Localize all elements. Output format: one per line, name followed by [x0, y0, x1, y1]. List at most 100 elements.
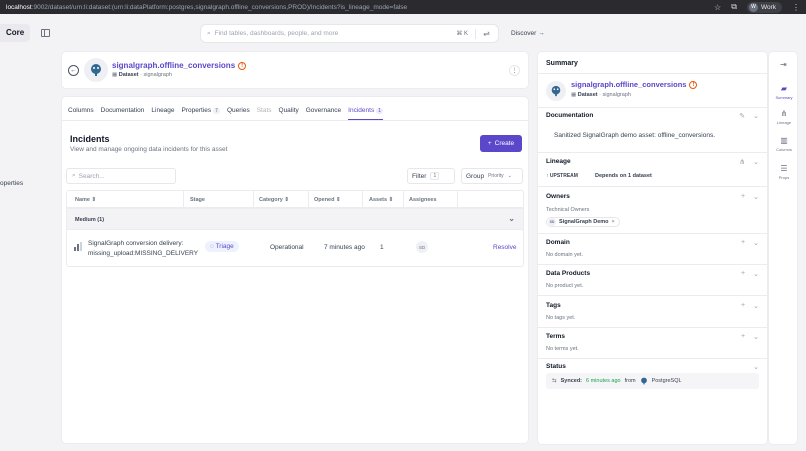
column-header-opened[interactable]: Opened ⇕	[314, 197, 341, 203]
close-icon[interactable]: ×	[612, 219, 615, 225]
tab-queries[interactable]: Queries	[227, 107, 250, 114]
browser-address-bar[interactable]: localhost:9002/dataset/urn:li:dataset:(u…	[0, 0, 806, 14]
owners-subtitle: Technical Owners	[546, 207, 590, 213]
filter-button[interactable]: Filter 1	[407, 168, 455, 184]
browser-menu-icon[interactable]: ⋮	[792, 3, 800, 12]
domain-section-title: Domain	[546, 239, 570, 246]
tab-lineage[interactable]: Lineage	[151, 107, 174, 114]
add-icon[interactable]: +	[741, 193, 745, 201]
incident-search-input[interactable]: ⌕ Search...	[66, 168, 176, 184]
column-header-category[interactable]: Category ⇕	[259, 197, 289, 203]
tab-properties-badge: 7	[213, 108, 220, 114]
chevron-down-icon[interactable]: ⌄	[753, 363, 759, 371]
incidents-title: Incidents	[70, 134, 110, 144]
tabs-divider	[62, 120, 528, 121]
lineage-upstream[interactable]: ↑ UPSTREAM	[546, 173, 578, 179]
terms-empty: No terms yet.	[546, 346, 579, 352]
sync-source: PostgreSQL	[651, 378, 682, 384]
tab-columns[interactable]: Columns	[68, 107, 94, 114]
chevron-down-icon[interactable]: ⌄	[753, 333, 759, 341]
create-incident-button[interactable]: + Create	[480, 135, 522, 152]
data-products-empty: No product yet.	[546, 283, 584, 289]
entity-tabs: Columns Documentation Lineage Properties…	[68, 107, 383, 120]
stage-badge[interactable]: ◌ Triage	[205, 241, 239, 252]
domain-empty: No domain yet.	[546, 252, 583, 258]
chevron-down-icon[interactable]: ⌄	[753, 302, 759, 310]
profile-label: Work	[760, 3, 776, 11]
group-by-select[interactable]: Group Priority ⌄	[461, 168, 523, 184]
incident-assets[interactable]: 1	[380, 244, 384, 251]
column-header-name[interactable]: Name ⇕	[75, 197, 96, 203]
lineage-icon: ⋔	[780, 109, 788, 118]
tab-stats[interactable]: Stats	[257, 107, 272, 114]
star-icon[interactable]: ☆	[714, 3, 721, 12]
back-arrow-icon[interactable]: ←	[68, 65, 79, 76]
sync-time: 6 minutes ago	[586, 378, 621, 384]
owners-section-title: Owners	[546, 193, 570, 200]
entity-title[interactable]: signalgraph.offline_conversions!	[112, 61, 247, 70]
column-header-assignees[interactable]: Assignees	[409, 197, 437, 203]
chevron-down-icon[interactable]: ⌄	[753, 112, 759, 120]
tab-incidents[interactable]: Incidents 1	[348, 107, 383, 120]
rail-item-summary[interactable]: ▰ Summary	[769, 84, 799, 100]
tab-properties[interactable]: Properties 7	[182, 107, 220, 114]
left-nav-partial-item[interactable]: operties	[0, 180, 23, 187]
tab-quality[interactable]: Quality	[279, 107, 299, 114]
brand-logo[interactable]: Core	[6, 28, 24, 37]
add-icon[interactable]: +	[741, 239, 745, 247]
warning-icon[interactable]: !	[238, 62, 247, 70]
filter-count-badge: 1	[430, 172, 440, 180]
search-filter-icon[interactable]: ⇌	[483, 29, 490, 38]
rail-item-lineage[interactable]: ⋔ Lineage	[769, 109, 799, 125]
column-header-assets[interactable]: Assets ⇕	[369, 197, 393, 203]
tab-incidents-badge: 1	[376, 108, 383, 114]
chevron-down-icon[interactable]: ⌄	[508, 214, 515, 223]
sidebar-toggle-icon[interactable]	[41, 29, 50, 37]
add-icon[interactable]: +	[741, 302, 745, 310]
assignee-avatar[interactable]: SD	[416, 241, 428, 253]
postgres-logo-icon	[640, 377, 647, 385]
summary-entity-title[interactable]: signalgraph.offline_conversions!	[571, 80, 698, 89]
tab-documentation[interactable]: Documentation	[101, 107, 145, 114]
incidents-table-header: Name ⇕ Stage Category ⇕ Opened ⇕ Assets …	[66, 190, 524, 208]
rail-item-props[interactable]: ☰ Props	[769, 164, 799, 180]
collapse-panel-icon[interactable]: ⇥	[780, 60, 787, 69]
incident-category: Operational	[270, 244, 304, 251]
add-icon[interactable]: +	[741, 333, 745, 341]
book-icon: ▰	[780, 84, 788, 93]
search-icon: ⌕	[207, 29, 211, 37]
tags-section-title: Tags	[546, 302, 561, 309]
priority-group-row[interactable]: Medium (1) ⌄	[66, 208, 524, 230]
columns-icon: ▥	[780, 136, 788, 145]
data-products-section-title: Data Products	[546, 270, 591, 277]
add-icon[interactable]: +	[741, 270, 745, 278]
browser-url[interactable]: localhost:9002/dataset/urn:li:dataset:(u…	[6, 4, 407, 11]
chevron-down-icon[interactable]: ⌄	[753, 158, 759, 166]
warning-icon[interactable]: !	[689, 81, 698, 89]
profile-button[interactable]: W Work	[746, 1, 782, 13]
global-search-input[interactable]: ⌕ Find tables, dashboards, people, and m…	[200, 24, 499, 43]
lineage-section-title: Lineage	[546, 158, 571, 165]
incidents-subtitle: View and manage ongoing data incidents f…	[70, 146, 228, 153]
chevron-down-icon[interactable]: ⌄	[753, 239, 759, 247]
chevron-down-icon[interactable]: ⌄	[753, 193, 759, 201]
status-section-title: Status	[546, 363, 566, 370]
extension-icon[interactable]: ⧉	[731, 2, 737, 12]
resolve-button[interactable]: Resolve	[493, 244, 516, 251]
owner-pill[interactable]: SD SignalGraph Demo ×	[546, 217, 620, 227]
rail-item-columns[interactable]: ▥ Columns	[769, 136, 799, 152]
owner-avatar: SD	[548, 218, 556, 226]
table-row[interactable]: SignalGraph conversion delivery: missing…	[66, 230, 524, 267]
chevron-down-icon: ⌄	[507, 173, 512, 179]
more-options-icon[interactable]: ⋮	[509, 65, 520, 76]
entity-header-card: ← signalgraph.offline_conversions! ▦ Dat…	[61, 51, 529, 89]
discover-link[interactable]: Discover →	[511, 30, 545, 37]
lineage-icon[interactable]: ⋔	[739, 158, 745, 166]
chevron-down-icon[interactable]: ⌄	[753, 270, 759, 278]
column-header-stage[interactable]: Stage	[190, 197, 205, 203]
main-content-card: Columns Documentation Lineage Properties…	[61, 96, 529, 444]
tab-governance[interactable]: Governance	[306, 107, 341, 114]
lineage-depends[interactable]: Depends on 1 dataset	[595, 173, 652, 179]
incident-name[interactable]: SignalGraph conversion delivery: missing…	[88, 239, 203, 259]
edit-icon[interactable]: ✎	[739, 112, 745, 120]
